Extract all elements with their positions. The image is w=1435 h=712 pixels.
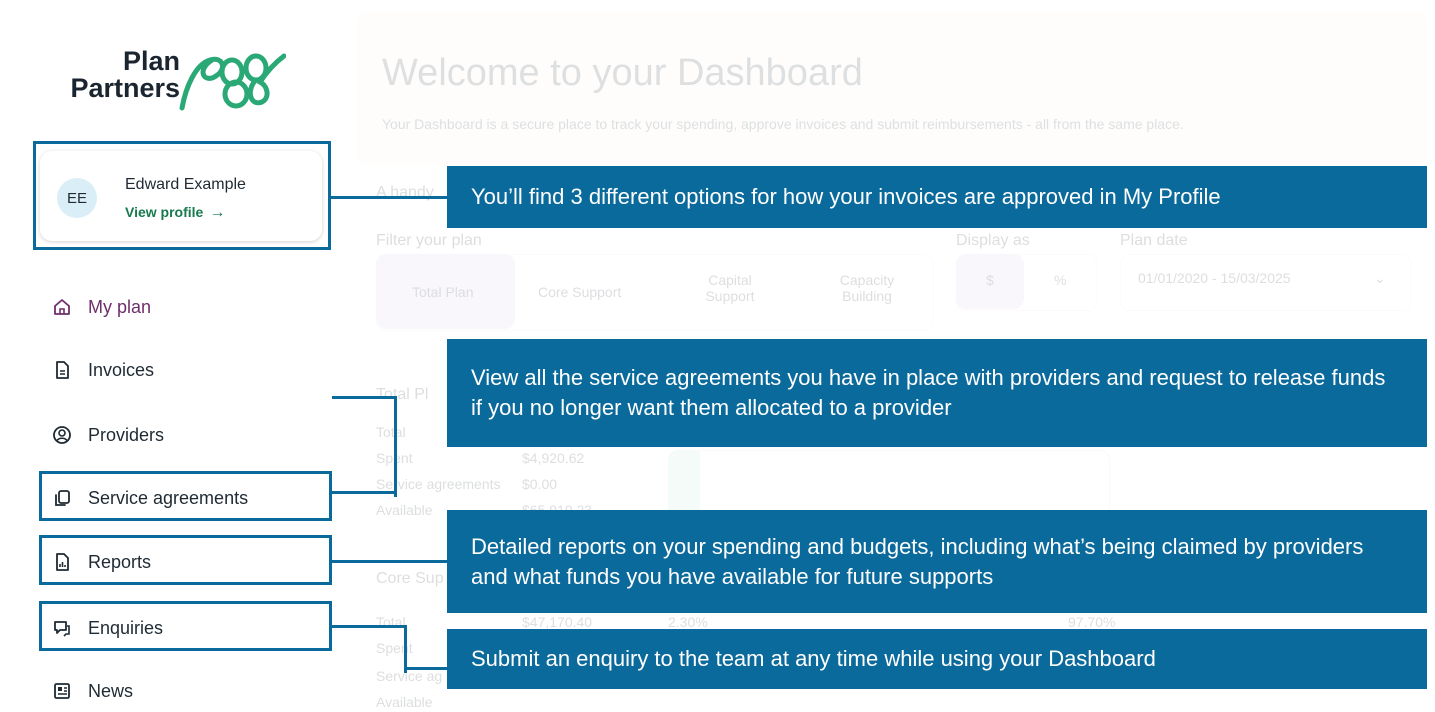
handy-heading: A handy [376, 184, 434, 201]
display-percent[interactable]: % [1054, 272, 1066, 288]
sidebar-item-service-agreements[interactable]: Service agreements [52, 483, 248, 513]
date-label: Plan date [1120, 232, 1188, 249]
tab-core-support[interactable]: Core Support [538, 284, 621, 300]
date-range: 01/01/2020 - 15/03/2025 [1138, 270, 1291, 286]
copy-icon [52, 488, 72, 508]
tab-capital-support[interactable]: Capital Support [690, 272, 770, 304]
chat-icon [52, 618, 72, 638]
home-icon [52, 297, 72, 317]
section-total-row-value: $0.00 [522, 476, 558, 492]
service-connector-base [332, 491, 394, 494]
sidebar: Plan Partners EE Edward Example View pro… [0, 0, 345, 712]
callout-profile: You’ll find 3 different options for how … [447, 166, 1427, 228]
newspaper-icon [52, 681, 72, 701]
enquiries-connector-end [404, 667, 447, 670]
sidebar-item-news[interactable]: News [52, 676, 133, 706]
sidebar-item-reports[interactable]: Reports [52, 547, 151, 577]
enquiries-connector [332, 625, 407, 673]
section-total-row-label: Available [376, 502, 433, 518]
filter-label: Filter your plan [376, 232, 482, 249]
section-core-row-value: $47,170.40 [522, 614, 593, 630]
view-profile-link[interactable]: View profile → [125, 204, 225, 222]
sidebar-item-enquiries[interactable]: Enquiries [52, 613, 163, 643]
callout-service-agreements: View all the service agreements you have… [447, 339, 1427, 447]
callout-enquiries: Submit an enquiry to the team at any tim… [447, 629, 1427, 689]
tab-total-plan[interactable]: Total Plan [412, 284, 473, 300]
sidebar-item-label: Enquiries [88, 617, 164, 638]
sidebar-item-label: Service agreements [88, 487, 249, 508]
section-total-row-value: $4,920.62 [522, 450, 585, 466]
sidebar-item-my-plan[interactable]: My plan [52, 292, 151, 322]
logo-line-2: Partners [70, 73, 180, 103]
sidebar-item-label: My plan [88, 296, 152, 317]
callout-reports: Detailed reports on your spending and bu… [447, 510, 1427, 613]
report-icon [52, 552, 72, 572]
section-core-pct-right: 97.70% [1068, 614, 1116, 630]
document-icon [52, 360, 72, 380]
page-subtitle: Your Dashboard is a secure place to trac… [382, 116, 1184, 132]
sidebar-item-label: Invoices [88, 359, 155, 380]
sidebar-item-invoices[interactable]: Invoices [52, 355, 154, 385]
display-label: Display as [956, 232, 1030, 249]
section-core-heading: Core Sup [376, 570, 444, 587]
sidebar-item-label: News [88, 680, 134, 701]
view-profile-label: View profile [125, 204, 204, 220]
sidebar-item-providers[interactable]: Providers [52, 420, 164, 450]
reports-connector [332, 560, 447, 563]
arrow-right-icon: → [209, 204, 226, 221]
tab-capacity-building[interactable]: Capacity Building [822, 272, 912, 304]
logo-mark-icon [179, 53, 286, 111]
profile-connector [331, 196, 447, 199]
display-dollar[interactable]: $ [986, 272, 994, 288]
profile-name: Edward Example [125, 176, 246, 193]
plan-partners-logo[interactable]: Plan Partners [64, 46, 294, 116]
sidebar-item-label: Reports [88, 551, 152, 572]
section-core-row-label: Available [376, 694, 433, 710]
sidebar-item-label: Providers [88, 424, 165, 445]
chevron-down-icon: ⌄ [1374, 270, 1386, 286]
logo-line-1: Plan [122, 46, 180, 76]
profile-card[interactable]: EE Edward Example View profile → [40, 151, 322, 241]
user-circle-icon [52, 425, 72, 445]
page-title: Welcome to your Dashboard [382, 52, 863, 94]
logo-wordmark: Plan Partners [64, 48, 180, 102]
section-core-pct-left: 2.30% [668, 614, 708, 630]
avatar: EE [57, 178, 97, 218]
service-connector [332, 396, 397, 497]
